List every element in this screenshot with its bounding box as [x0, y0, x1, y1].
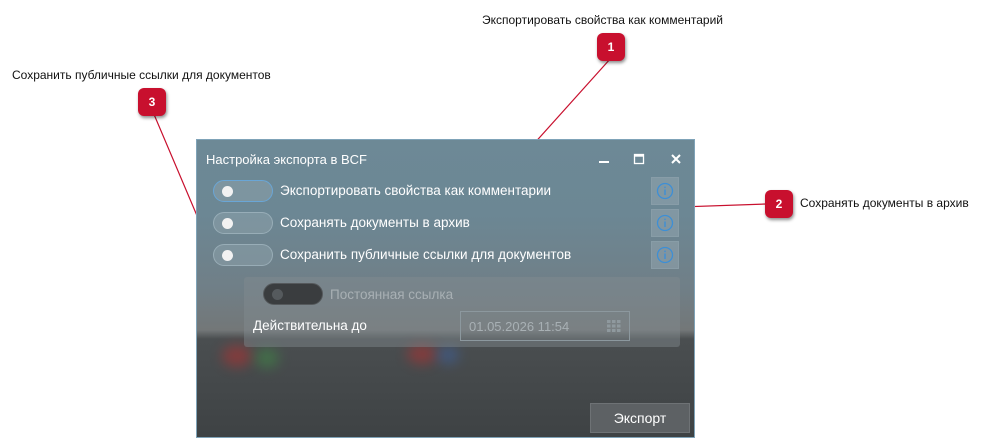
callout-badge-2: 2 [765, 190, 793, 218]
close-button[interactable] [667, 150, 685, 168]
background-blur [437, 346, 459, 364]
save-documents-archive-info-button[interactable] [651, 209, 679, 237]
permanent-link-label: Постоянная ссылка [330, 287, 454, 302]
export-bcf-dialog: Настройка экспорта в BCF Экспортировать … [196, 139, 695, 438]
info-icon [656, 246, 674, 264]
close-icon [671, 154, 681, 164]
callout-badge-1: 1 [597, 33, 625, 61]
valid-until-label: Действительна до [253, 318, 367, 333]
permanent-link-toggle[interactable] [263, 283, 323, 305]
export-properties-toggle[interactable] [213, 180, 273, 202]
save-public-links-label: Сохранить публичные ссылки для документо… [280, 247, 572, 262]
info-icon [656, 182, 674, 200]
save-documents-archive-label: Сохранять документы в архив [280, 215, 470, 230]
dialog-titlebar[interactable]: Настройка экспорта в BCF [197, 140, 694, 178]
save-public-links-toggle[interactable] [213, 244, 273, 266]
callout-2-text: Сохранять документы в архив [800, 196, 969, 210]
save-public-links-info-button[interactable] [651, 241, 679, 269]
export-properties-info-button[interactable] [651, 177, 679, 205]
background-blur [255, 348, 279, 368]
minimize-icon [599, 161, 609, 163]
valid-until-date-input[interactable] [460, 311, 630, 341]
callout-1-text: Экспортировать свойства как комментарий [482, 13, 723, 27]
minimize-button[interactable] [595, 150, 613, 168]
calendar-icon[interactable] [607, 320, 621, 332]
toggle-knob [272, 289, 283, 300]
info-icon [656, 214, 674, 232]
maximize-icon [633, 153, 645, 165]
toggle-knob [222, 218, 233, 229]
export-properties-label: Экспортировать свойства как комментарии [280, 183, 552, 198]
dialog-title: Настройка экспорта в BCF [206, 152, 367, 167]
save-documents-archive-toggle[interactable] [213, 212, 273, 234]
toggle-knob [222, 250, 233, 261]
maximize-button[interactable] [630, 150, 648, 168]
toggle-knob [222, 186, 233, 197]
background-blur [222, 345, 252, 367]
callout-3-text: Сохранить публичные ссылки для документо… [12, 68, 271, 82]
callout-badge-3: 3 [138, 88, 166, 116]
background-blur [407, 344, 437, 364]
export-button[interactable]: Экспорт [590, 403, 690, 433]
